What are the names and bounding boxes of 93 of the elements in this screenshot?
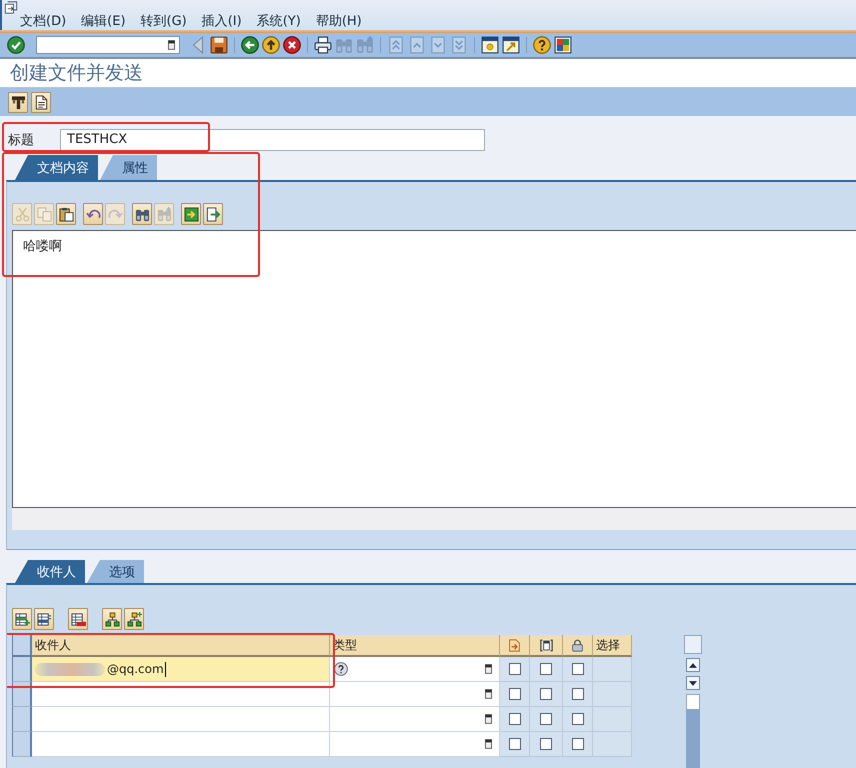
text-editor[interactable]: 哈喽啊: [12, 230, 856, 508]
caret-up-icon: [689, 662, 697, 668]
check-icon[interactable]: [7, 36, 25, 54]
tab[interactable]: 属性: [100, 155, 157, 180]
field-label: 标题: [8, 132, 35, 149]
menu-item[interactable]: 文档(D): [20, 14, 66, 30]
insert-row-button[interactable]: [12, 608, 32, 630]
recipient-field[interactable]: [32, 732, 330, 757]
distribution-add-button[interactable]: [124, 608, 144, 630]
row-selector[interactable]: [12, 732, 32, 757]
checkbox[interactable]: [572, 738, 584, 750]
table-icon: [36, 612, 52, 626]
recipient-field[interactable]: @qq.com: [32, 657, 330, 682]
row-selector[interactable]: [12, 682, 32, 707]
menu-item[interactable]: 帮助(H): [316, 14, 362, 30]
row-selector[interactable]: [12, 657, 32, 682]
scissors-icon: [14, 206, 30, 222]
dropdown-icon[interactable]: [485, 739, 492, 749]
undo-button[interactable]: [83, 203, 103, 225]
checkbox[interactable]: [572, 663, 584, 675]
t-shape-icon: [10, 94, 26, 110]
column-header[interactable]: 选择: [593, 635, 632, 657]
new-window-icon[interactable]: [481, 36, 499, 54]
system-menu-icon[interactable]: [4, 1, 18, 14]
attributes-button[interactable]: [31, 92, 51, 112]
arrow-in-icon: [184, 206, 198, 222]
hierarchy-icon: [104, 612, 120, 626]
copy-icon: [36, 206, 52, 222]
document-icon: [34, 94, 48, 110]
checkbox[interactable]: [540, 713, 552, 725]
dropdown-icon[interactable]: [485, 664, 492, 674]
caret-down-icon: [689, 680, 697, 686]
scroll-up-button[interactable]: [686, 658, 700, 672]
paste-button[interactable]: [56, 203, 76, 225]
table-plus-icon: [14, 612, 30, 626]
checkbox[interactable]: [508, 688, 520, 700]
checkbox[interactable]: [540, 688, 552, 700]
dropdown-icon: [168, 40, 175, 50]
help-icon[interactable]: [334, 662, 348, 676]
clipboard-icon: [58, 206, 74, 222]
distribution-list-button[interactable]: [102, 608, 122, 630]
checkbox[interactable]: [508, 663, 520, 675]
menu-item[interactable]: 编辑(E): [81, 14, 126, 30]
lock-icon: [571, 638, 584, 652]
title-block-button[interactable]: [8, 92, 28, 112]
type-field[interactable]: [330, 732, 500, 757]
delete-row-button[interactable]: [68, 608, 88, 630]
recipient-field[interactable]: [32, 682, 330, 707]
table-minus-icon: [70, 612, 86, 626]
checkbox[interactable]: [508, 713, 520, 725]
hierarchy-plus-icon: [126, 612, 142, 626]
shortcut-icon[interactable]: [502, 36, 520, 54]
tab[interactable]: 文档内容: [15, 155, 98, 180]
binoculars-plus-icon: [156, 206, 172, 222]
document-copy-icon: [540, 638, 552, 652]
checkbox[interactable]: [540, 738, 552, 750]
checkbox[interactable]: [572, 713, 584, 725]
recipient-field[interactable]: [32, 707, 330, 732]
find-button[interactable]: [132, 203, 152, 225]
menu-item[interactable]: 插入(I): [202, 14, 242, 30]
checkbox[interactable]: [540, 663, 552, 675]
type-field[interactable]: [330, 707, 500, 732]
document-arrow-icon: [508, 638, 521, 652]
layout-menu-icon[interactable]: [554, 36, 572, 54]
import-button[interactable]: [181, 203, 201, 225]
scroll-down-button[interactable]: [686, 676, 700, 690]
column-header[interactable]: [563, 635, 593, 657]
column-header[interactable]: 收件人: [32, 635, 330, 657]
x-circle-icon[interactable]: [283, 36, 301, 54]
scrollbar-thumb[interactable]: [686, 694, 700, 710]
select-all-button[interactable]: [12, 635, 32, 657]
row-selector[interactable]: [12, 707, 32, 732]
command-field[interactable]: [36, 36, 180, 54]
arrow-out-icon: [206, 206, 220, 222]
checkbox[interactable]: [508, 738, 520, 750]
tab[interactable]: 收件人: [15, 560, 85, 583]
dropdown-icon[interactable]: [485, 714, 492, 724]
select-rows-button[interactable]: [34, 608, 54, 630]
menu-item[interactable]: 系统(Y): [256, 14, 301, 30]
scrollbar-track[interactable]: [686, 694, 700, 768]
type-field[interactable]: [330, 657, 500, 682]
subject-field[interactable]: TESTHCX: [60, 129, 485, 151]
menu-item[interactable]: 转到(G): [140, 14, 187, 30]
printer-icon[interactable]: [314, 36, 332, 54]
column-header[interactable]: [530, 635, 563, 657]
dropdown-icon[interactable]: [485, 689, 492, 699]
type-field[interactable]: [330, 682, 500, 707]
export-button[interactable]: [203, 203, 223, 225]
checkbox[interactable]: [572, 688, 584, 700]
help-icon[interactable]: [533, 36, 551, 54]
text-cursor: [164, 662, 166, 676]
screen-title: 创建文件并发送: [10, 61, 143, 86]
tab[interactable]: 选项: [87, 560, 144, 583]
